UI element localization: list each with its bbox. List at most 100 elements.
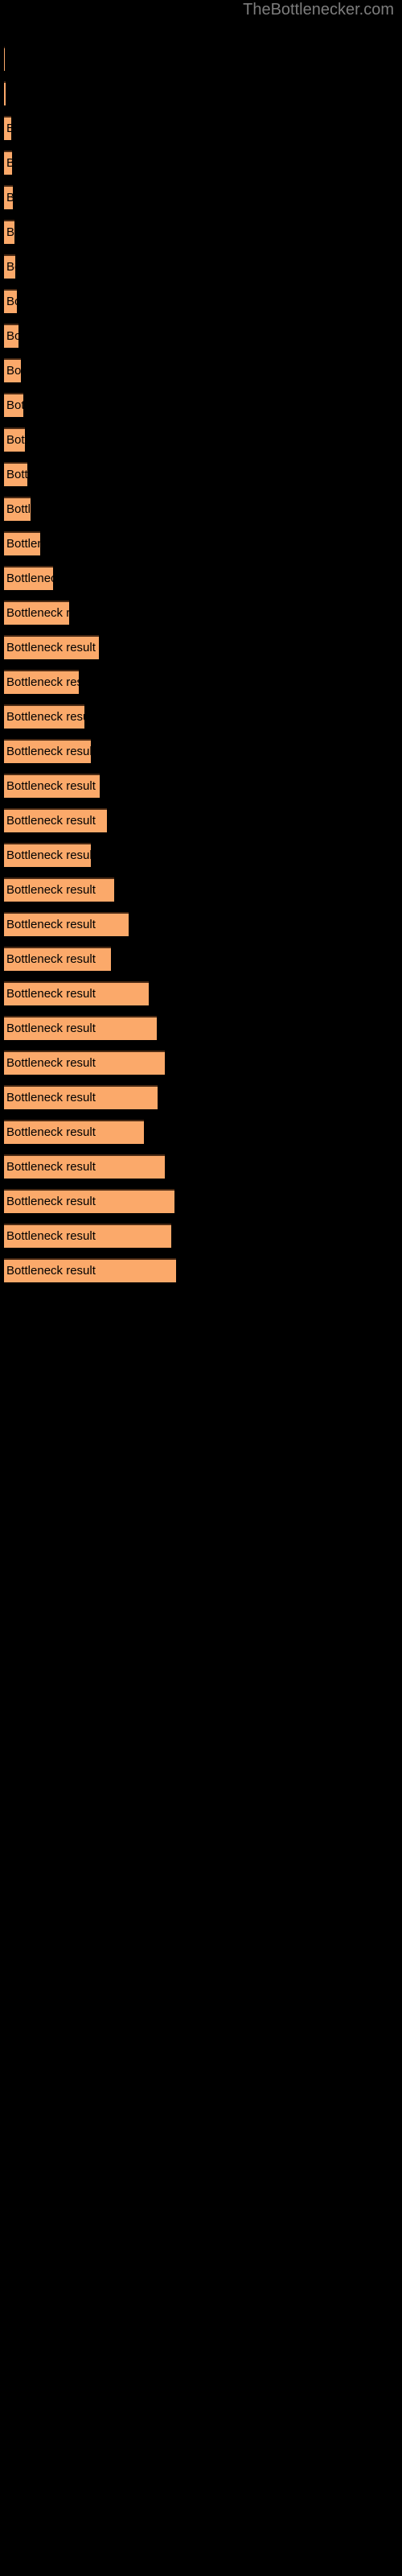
bar-row: Bottleneck result [4,289,17,313]
bar-label: Bottleneck result [6,745,91,758]
bar-label: Bottleneck result [6,606,69,620]
bar-label: Bottleneck result [6,641,96,654]
bar-row: Bottleneck result [4,1016,157,1040]
bar-label: Bottleneck result [6,987,96,1001]
bar-label: Bottleneck result [6,848,91,862]
bar-label: Bottleneck result [6,1160,96,1174]
bar-label: Bottleneck result [6,295,17,308]
bar-label: Bottleneck result [6,329,18,343]
bottleneck-bar-chart: TheBottlenecker.com Bottleneck resultBot… [0,0,402,2576]
bar-row: Bottleneck result [4,81,6,105]
bar-label-clip: Bottleneck result [4,808,107,832]
bar-label-clip: Bottleneck result [4,324,18,348]
bar-label: Bottleneck result [6,675,79,689]
bar-label: Bottleneck result [6,398,23,412]
bar-label: Bottleneck result [6,1056,96,1070]
bar-label: Bottleneck result [6,883,96,897]
bar-row: Bottleneck result [4,254,15,279]
bar-label: Bottleneck result [6,225,14,239]
bar-label-clip: Bottleneck result [4,116,11,140]
bar-label-clip: Bottleneck result [4,843,91,867]
bar-row: Bottleneck result [4,1258,176,1282]
bar-label: Bottleneck result [6,952,96,966]
bar-row: Bottleneck result [4,981,149,1005]
bar-row: Bottleneck result [4,1189,174,1213]
bar-label-clip: Bottleneck result [4,670,79,694]
bar-row: Bottleneck result [4,116,11,140]
bar-label: Bottleneck result [6,572,53,585]
bar-label-clip: Bottleneck result [4,47,5,71]
bar-row: Bottleneck result [4,358,21,382]
bar-row: Bottleneck result [4,393,23,417]
bar-label-clip: Bottleneck result [4,981,149,1005]
bar-label: Bottleneck result [6,260,15,274]
bar-label-clip: Bottleneck result [4,1224,171,1248]
bar-row: Bottleneck result [4,324,18,348]
bar-row: Bottleneck result [4,739,91,763]
bar-series-layer: Bottleneck result Bottleneck result Bottle… [0,0,402,2576]
bar-row: Bottleneck result [4,912,129,936]
bar-label-clip: Bottleneck result [4,289,17,313]
bar-label: Bottleneck result [6,433,25,447]
bar-label: Bottleneck result [6,1195,96,1208]
bar-label: Bottleneck result [6,710,84,724]
bar-row: Bottleneck result [4,601,69,625]
bar-label-clip: Bottleneck result [4,877,114,902]
bar-label: Bottleneck result [6,156,12,170]
bar-label-clip: Bottleneck result [4,635,99,659]
bar-label-clip: Bottleneck result [4,1189,174,1213]
bar-label-clip: Bottleneck result [4,704,84,729]
bar-row: Bottleneck result [4,808,107,832]
bar-row: Bottleneck result [4,1120,144,1144]
bar-row: Bottleneck result [4,1224,171,1248]
bar-label-clip: Bottleneck result [4,81,6,105]
bar-label-clip: Bottleneck result [4,774,100,798]
bar-row: Bottleneck result [4,566,53,590]
bar-label-clip: Bottleneck result [4,1258,176,1282]
bar-row: Bottleneck result [4,497,31,521]
bar-label-clip: Bottleneck result [4,531,40,555]
bar-row: Bottleneck result [4,670,79,694]
bar-label: Bottleneck result [6,364,21,378]
bar-row: Bottleneck result [4,877,114,902]
bar-label-clip: Bottleneck result [4,254,15,279]
bar-label-clip: Bottleneck result [4,462,27,486]
bar-label: Bottleneck result [6,1264,96,1278]
bar-row: Bottleneck result [4,462,27,486]
bar-label-clip: Bottleneck result [4,427,25,452]
bar-label: Bottleneck result [6,1091,96,1104]
bar-label-clip: Bottleneck result [4,497,31,521]
bar-label-clip: Bottleneck result [4,1016,157,1040]
bar-label-clip: Bottleneck result [4,151,12,175]
bar-label: Bottleneck result [6,1229,96,1243]
bar-label-clip: Bottleneck result [4,947,111,971]
bar-label: Bottleneck result [6,537,40,551]
bar-label: Bottleneck result [6,1022,96,1035]
bar-label-clip: Bottleneck result [4,1051,165,1075]
bar-label-clip: Bottleneck result [4,601,69,625]
bar-label: Bottleneck result [6,814,96,828]
bar-label: Bottleneck result [6,502,31,516]
bar-row: Bottleneck result [4,1154,165,1179]
bar-row: Bottleneck result [4,220,14,244]
bar-row: Bottleneck result [4,774,100,798]
bar-label-clip: Bottleneck result [4,1085,158,1109]
bar-label: Bottleneck result [6,468,27,481]
bar-row: Bottleneck result [4,1085,158,1109]
bar-row: Bottleneck result [4,531,40,555]
bar-label-clip: Bottleneck result [4,1120,144,1144]
bar-label-clip: Bottleneck result [4,1154,165,1179]
bar-row: Bottleneck result [4,843,91,867]
bar-label: Bottleneck result [6,918,96,931]
bar-row: Bottleneck result [4,1051,165,1075]
bar-label: Bottleneck result [6,122,11,135]
bar-label-clip: Bottleneck result [4,220,14,244]
bar-label: Bottleneck result [6,1125,96,1139]
bar-row: Bottleneck result [4,185,13,209]
bar-row: Bottleneck result [4,151,12,175]
bar-row: Bottleneck result [4,635,99,659]
bar-row: Bottleneck result [4,47,5,71]
bar-label-clip: Bottleneck result [4,358,21,382]
bar-label-clip: Bottleneck result [4,912,129,936]
bar-row: Bottleneck result [4,427,25,452]
